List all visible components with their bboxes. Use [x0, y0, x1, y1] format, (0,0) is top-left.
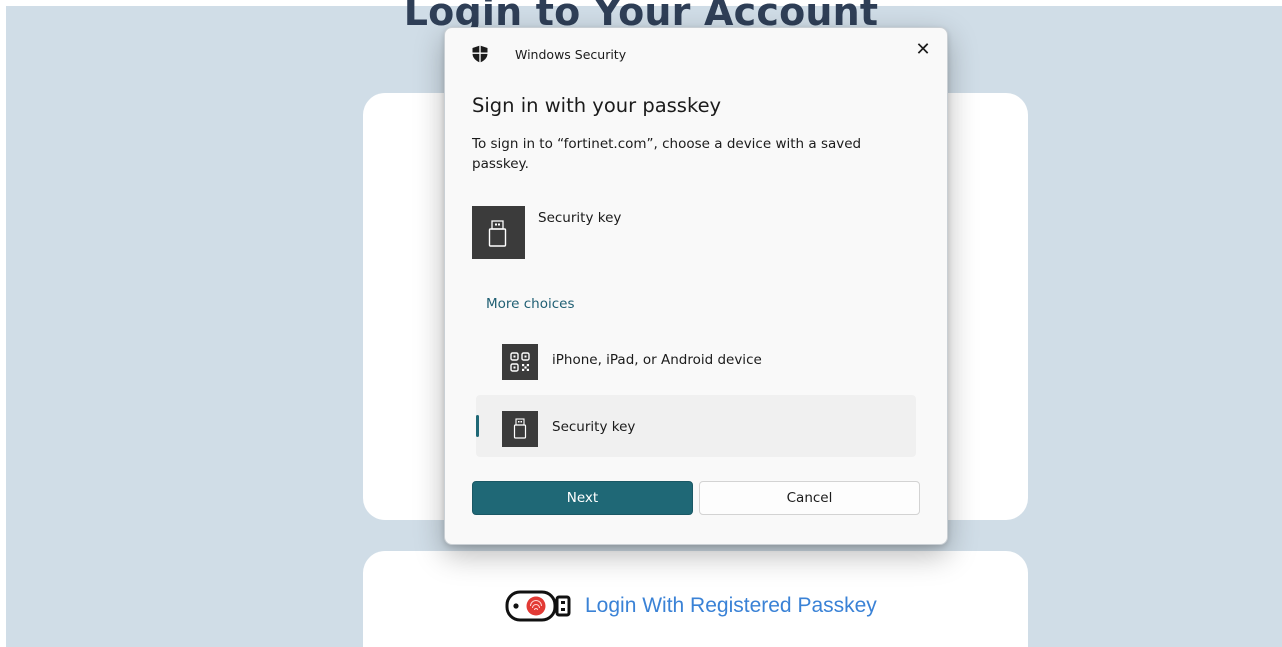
usb-security-key-icon: [472, 206, 525, 259]
cancel-button[interactable]: Cancel: [699, 481, 920, 515]
passkey-login-link[interactable]: Login With Registered Passkey: [505, 588, 877, 624]
choice-phone-device[interactable]: iPhone, iPad, or Android device: [476, 328, 916, 390]
close-button[interactable]: ✕: [907, 34, 939, 64]
choice-label: iPhone, iPad, or Android device: [552, 352, 762, 368]
qr-code-icon: [502, 344, 538, 380]
usb-security-key-icon: [502, 411, 538, 447]
choice-security-key[interactable]: Security key: [476, 395, 916, 457]
primary-security-key-option[interactable]: Security key: [472, 206, 912, 260]
passkey-link-label: Login With Registered Passkey: [585, 594, 877, 617]
dialog-description: To sign in to “fortinet.com”, choose a d…: [472, 136, 862, 172]
next-button[interactable]: Next: [472, 481, 693, 515]
shield-icon: [472, 45, 488, 63]
browser-viewport: Login to Your Account Login With Registe…: [0, 0, 1282, 647]
dialog-titlebar: Windows Security ✕: [445, 28, 947, 84]
windows-security-dialog: Windows Security ✕ Sign in with your pas…: [444, 27, 948, 545]
selection-indicator: [476, 415, 479, 437]
fingerprint-usb-key-icon: [505, 590, 571, 622]
dialog-app-title: Windows Security: [515, 47, 627, 62]
close-icon: ✕: [915, 38, 931, 60]
more-choices-link[interactable]: More choices: [486, 296, 575, 312]
dialog-heading: Sign in with your passkey: [472, 94, 722, 117]
choice-label: Security key: [552, 419, 636, 435]
primary-option-label: Security key: [538, 210, 622, 226]
